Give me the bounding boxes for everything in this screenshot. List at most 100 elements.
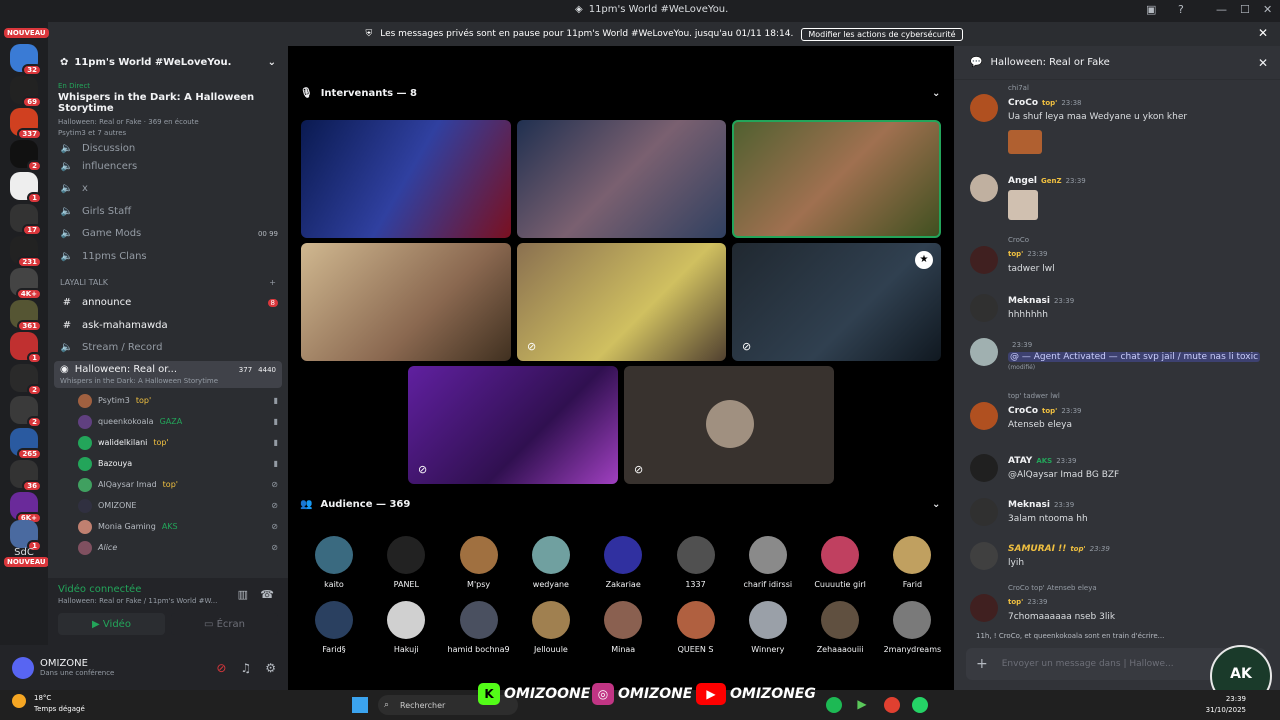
chat-message[interactable]: ATAY AKS 23:39 @AlQaysar Imad BG BZF <box>970 454 1270 486</box>
server-icon[interactable]: 1 <box>10 332 42 364</box>
category-layali-talk[interactable]: LAYALI TALK + <box>48 274 288 292</box>
voice-user[interactable]: Psytim3 top' ▮ <box>48 390 288 411</box>
weather-widget[interactable]: 18°C Temps dégagé <box>34 693 85 715</box>
chat-message[interactable]: Angel GenZ 23:39 <box>970 174 1270 224</box>
whatsapp-icon[interactable] <box>912 697 928 713</box>
start-button[interactable] <box>352 697 368 713</box>
server-icon[interactable]: 361 <box>10 300 42 332</box>
voice-user[interactable]: Monia Gaming AKS ⊘ <box>48 516 288 537</box>
audience-member[interactable]: kaito <box>298 536 370 589</box>
server-icon[interactable]: 1 <box>10 172 42 204</box>
channel-ask-mahamawda[interactable]: # ask-mahamawda <box>48 314 288 337</box>
server-icon[interactable]: 17 <box>10 204 42 236</box>
channel-announce[interactable]: # announce 8 <box>48 292 288 315</box>
add-channel-icon[interactable]: + <box>269 278 276 287</box>
audience-member[interactable]: Zakariae <box>587 536 659 589</box>
server-icon[interactable]: 2 <box>10 140 42 172</box>
speaker-video-tile[interactable] <box>301 243 511 361</box>
channel-clans[interactable]: 🔈 11pms Clans <box>48 245 288 268</box>
speaker-video-tile[interactable] <box>301 120 511 238</box>
disconnect-icon[interactable]: ☎ <box>260 588 274 601</box>
speaker-video-tile-active[interactable] <box>732 120 941 238</box>
speakers-header[interactable]: 🎙 Intervenants — 8 ⌄ <box>300 88 950 99</box>
security-actions-button[interactable]: Modifier les actions de cybersécurité <box>801 27 963 41</box>
chevron-down-icon[interactable]: ⌄ <box>932 88 940 99</box>
audience-member[interactable]: M'psy <box>443 536 515 589</box>
voice-user[interactable]: Bazouya ▮ <box>48 453 288 474</box>
server-icon[interactable]: 2 <box>10 396 42 428</box>
close-chat-button[interactable]: ✕ <box>1258 56 1268 70</box>
voice-user[interactable]: AlQaysar Imad top' ⊘ <box>48 474 288 495</box>
close-window-button[interactable]: ✕ <box>1263 3 1272 16</box>
channel-influencers[interactable]: 🔈 influencers <box>48 155 288 178</box>
chat-message[interactable]: chi7al CroCo top' 23:38 Ua shuf leya maa W… <box>970 84 1270 156</box>
add-attachment-icon[interactable]: + <box>976 656 988 672</box>
spotify-icon[interactable] <box>826 697 842 713</box>
audience-header[interactable]: 👥 Audience — 369 ⌄ <box>300 499 950 510</box>
chrome-icon[interactable] <box>884 697 900 713</box>
speaker-video-tile[interactable] <box>517 120 726 238</box>
audience-member[interactable]: 2manydreams <box>876 601 948 654</box>
system-clock[interactable]: 23:39 31/10/2025 <box>1206 694 1246 716</box>
server-icon[interactable]: 32 <box>10 44 42 76</box>
avatar[interactable] <box>12 656 34 679</box>
server-icon[interactable]: 2 <box>10 364 42 396</box>
chat-message[interactable]: Meknasi 23:39 3alam ntooma hh <box>970 498 1270 530</box>
chat-message[interactable]: Meknasi 23:39 hhhhhhh <box>970 294 1270 326</box>
server-icon[interactable]: 4K+ <box>10 268 42 300</box>
inbox-icon[interactable]: ▣ <box>1146 3 1156 16</box>
audience-member[interactable]: hamid bochna9 <box>443 601 515 654</box>
screen-share-button[interactable]: ▭ Écran <box>171 613 278 635</box>
audience-member[interactable]: Farid <box>876 536 948 589</box>
server-icon[interactable]: 36 <box>10 460 42 492</box>
server-icon[interactable]: 337 <box>10 108 42 140</box>
audience-member[interactable]: Minaa <box>587 601 659 654</box>
server-icon[interactable]: 6K+ <box>10 492 42 524</box>
chat-message[interactable]: CroCo top' Atenseb eleya top' 23:39 7chom… <box>970 584 1270 630</box>
live-event-card[interactable]: En Direct Whispers in the Dark: A Hallow… <box>48 78 288 141</box>
channel-x[interactable]: 🔈 x <box>48 178 288 201</box>
audience-member[interactable]: Jellouule <box>515 601 587 654</box>
chat-message[interactable]: top' tadwer lwl CroCo top' 23:39 Atenseb e… <box>970 392 1270 438</box>
voice-user[interactable]: queenkokoala GAZA ▮ <box>48 411 288 432</box>
audience-member[interactable]: charif idirssi <box>732 536 804 589</box>
audience-member[interactable]: Winnery <box>732 601 804 654</box>
signal-icon[interactable]: ▥ <box>238 588 248 601</box>
voice-user[interactable]: Alice ⊘ <box>48 537 288 558</box>
chevron-down-icon[interactable]: ⌄ <box>932 499 940 510</box>
audience-member[interactable]: PANEL <box>370 536 442 589</box>
active-voice-channel[interactable]: ◉ Halloween: Real or... 377 4440 Whispers i… <box>54 361 282 388</box>
channel-game-mods[interactable]: 🔈 Game Mods 00 99 <box>48 223 288 246</box>
server-icon[interactable]: 231 <box>10 236 42 268</box>
gear-icon[interactable]: ⚙ <box>265 661 276 675</box>
server-icon[interactable]: 1 <box>10 520 42 552</box>
voice-user[interactable]: walidelkilani top' ▮ <box>48 432 288 453</box>
channel-stream-record[interactable]: 🔈 Stream / Record <box>48 337 288 360</box>
server-icon[interactable]: 69 <box>10 76 42 108</box>
speaker-video-tile[interactable]: ⊘ <box>408 366 618 484</box>
chat-message[interactable]: SAMURAI !! top' 23:39 lyih <box>970 542 1270 574</box>
speaker-avatar-tile[interactable]: ⊘ <box>624 366 834 484</box>
channel-discussion[interactable]: 🔈 Discussion <box>48 141 288 155</box>
chat-message[interactable]: CroCo top' 23:39 tadwer lwl <box>970 236 1270 281</box>
audience-member[interactable]: Hakuji <box>370 601 442 654</box>
audience-member[interactable]: 1337 <box>660 536 732 589</box>
mic-muted-icon[interactable]: ⊘ <box>216 661 226 675</box>
play-icon[interactable]: ▶ <box>854 697 870 713</box>
audience-member[interactable]: Zehaaaouiii <box>804 601 876 654</box>
video-button[interactable]: ▶ Vidéo <box>58 613 165 635</box>
channel-girls-staff[interactable]: 🔈 Girls Staff <box>48 200 288 223</box>
voice-user[interactable]: OMIZONE ⊘ <box>48 495 288 516</box>
speaker-video-tile[interactable]: ⊘ <box>517 243 726 361</box>
audience-member[interactable]: QUEEN S <box>660 601 732 654</box>
audience-member[interactable]: wedyane <box>515 536 587 589</box>
maximize-button[interactable]: ☐ <box>1240 3 1250 16</box>
audience-member[interactable]: Farid§ <box>298 601 370 654</box>
speaker-video-tile[interactable]: ⊘ ★ <box>732 243 941 361</box>
server-header[interactable]: ✿ 11pm's World #WeLoveYou. ⌄ <box>48 46 288 78</box>
chat-message[interactable]: 23:39 @ — Agent Activated — chat svp jai… <box>970 338 1270 384</box>
headphones-icon[interactable]: ♫ <box>240 661 251 675</box>
help-icon[interactable]: ? <box>1178 3 1184 16</box>
server-icon[interactable]: 265 <box>10 428 42 460</box>
audience-member[interactable]: Cuuuutie girl <box>804 536 876 589</box>
